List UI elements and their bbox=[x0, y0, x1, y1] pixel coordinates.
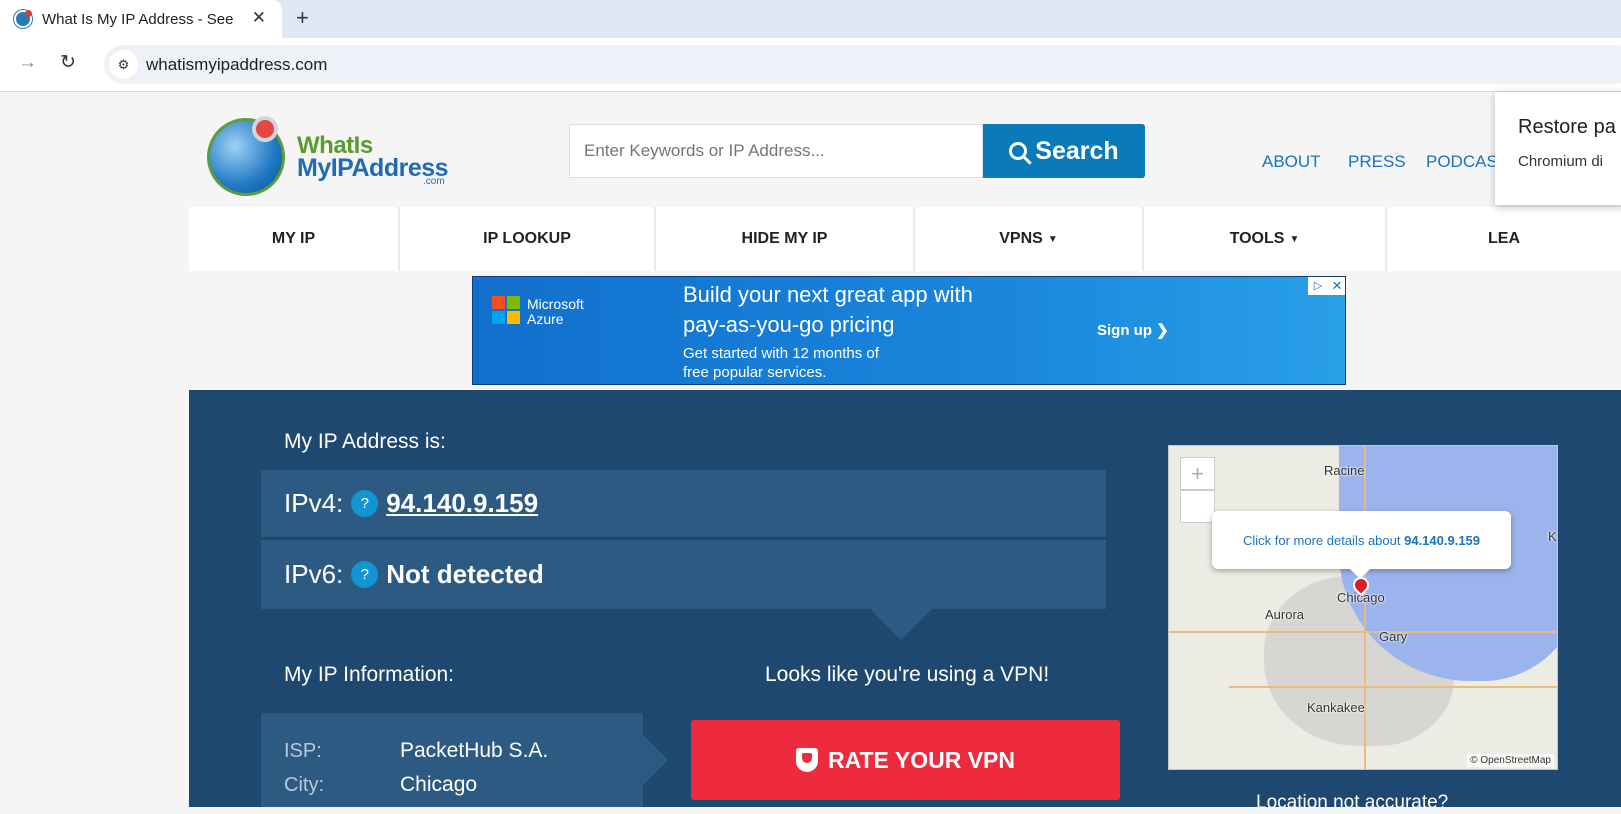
restore-popup-subtitle: Chromium di bbox=[1518, 153, 1604, 170]
ip-info-section: My IP Address is: IPv4: ? 94.140.9.159 I… bbox=[189, 390, 1621, 813]
site-info-icon[interactable]: ⚙ bbox=[109, 50, 138, 79]
map-popup[interactable]: Click for more details about 94.140.9.15… bbox=[1212, 511, 1511, 579]
rate-button-label: RATE YOUR VPN bbox=[827, 746, 1015, 773]
forward-arrow-icon[interactable]: → bbox=[18, 52, 37, 74]
nav-ip-lookup[interactable]: IP LOOKUP bbox=[400, 207, 656, 271]
browser-tab-strip: What Is My IP Address - See ✕ + bbox=[0, 0, 1621, 38]
nav-learn[interactable]: LEA bbox=[1387, 207, 1621, 271]
about-link[interactable]: ABOUT bbox=[1262, 152, 1321, 172]
search-input[interactable] bbox=[569, 124, 983, 178]
shield-icon bbox=[795, 748, 818, 772]
nav-my-ip[interactable]: MY IP bbox=[189, 207, 400, 271]
site-logo[interactable]: WhatIs MyIPAddress .com bbox=[207, 116, 457, 202]
omnibox[interactable]: ⚙ whatismyipaddress.com bbox=[104, 45, 1621, 84]
map-road bbox=[1229, 686, 1557, 688]
logo-text-com: .com bbox=[423, 176, 445, 187]
tab-title: What Is My IP Address - See bbox=[42, 10, 234, 28]
location-not-accurate-link[interactable]: Location not accurate? bbox=[1256, 792, 1448, 814]
main-nav: MY IP IP LOOKUP HIDE MY IP VPNS ▼ TOOLS ▼ … bbox=[189, 207, 1621, 271]
site-favicon-icon bbox=[14, 10, 32, 28]
nav-tools[interactable]: TOOLS ▼ bbox=[1144, 207, 1387, 271]
my-ip-heading: My IP Address is: bbox=[284, 430, 446, 453]
ip-information-heading: My IP Information: bbox=[284, 663, 455, 686]
help-icon[interactable]: ? bbox=[351, 490, 379, 517]
ipv6-value: Not detected bbox=[386, 559, 544, 589]
map-label-gary: Gary bbox=[1379, 629, 1408, 644]
address-bar: → ↻ ⚙ whatismyipaddress.com bbox=[0, 38, 1621, 92]
caret-down-icon: ▼ bbox=[1289, 233, 1300, 245]
map-label-k: K bbox=[1548, 529, 1557, 544]
city-key: City: bbox=[284, 774, 324, 796]
ad-close-icon[interactable]: ✕ bbox=[1328, 277, 1345, 295]
caret-down-icon: ▼ bbox=[1047, 233, 1058, 245]
ad-choices-icon[interactable]: ▷ bbox=[1308, 277, 1328, 295]
ad-headline: Build your next great app with pay-as-you… bbox=[683, 282, 973, 337]
vpn-detected-message: Looks like you're using a VPN! bbox=[765, 663, 1050, 686]
map-popup-text: Click for more details about bbox=[1242, 532, 1401, 548]
browser-tab-active[interactable]: What Is My IP Address - See ✕ bbox=[0, 0, 282, 38]
ipv4-row: IPv4: ? 94.140.9.159 bbox=[261, 470, 1106, 537]
magnifier-pin-icon bbox=[252, 116, 278, 142]
isp-value: PacketHub S.A. bbox=[400, 739, 549, 762]
search-button-label: Search bbox=[1035, 136, 1119, 165]
ad-signup-link[interactable]: Sign up ❯ bbox=[1097, 321, 1169, 339]
zoom-in-button[interactable]: + bbox=[1180, 457, 1215, 490]
ipv6-label: IPv6: bbox=[284, 559, 344, 589]
ip-pointer-arrow bbox=[869, 608, 933, 640]
reload-icon[interactable]: ↻ bbox=[60, 51, 76, 74]
nav-vpns[interactable]: VPNS ▼ bbox=[915, 207, 1144, 271]
map-label-kankakee: Kankakee bbox=[1307, 700, 1365, 715]
restore-popup-title: Restore pa bbox=[1518, 116, 1616, 138]
ipv6-row: IPv6: ? Not detected bbox=[261, 540, 1106, 609]
map-label-aurora: Aurora bbox=[1265, 607, 1305, 622]
rate-your-vpn-button[interactable]: RATE YOUR VPN bbox=[691, 720, 1120, 800]
ad-brand: Microsoft Azure bbox=[527, 296, 584, 327]
ipv4-label: IPv4: bbox=[284, 488, 344, 518]
map-road bbox=[1364, 446, 1366, 769]
isp-key: ISP: bbox=[284, 740, 322, 762]
search-button[interactable]: Search bbox=[983, 124, 1145, 178]
zoom-out-button[interactable]: − bbox=[1180, 490, 1215, 523]
map-attribution[interactable]: © OpenStreetMap bbox=[1467, 754, 1554, 767]
microsoft-logo-icon bbox=[492, 296, 520, 324]
new-tab-button[interactable]: + bbox=[296, 5, 309, 31]
location-map[interactable]: Racine Chicago Aurora Gary Kankakee K + … bbox=[1168, 445, 1558, 770]
url-text[interactable]: whatismyipaddress.com bbox=[146, 55, 327, 75]
restore-pages-popup: Restore pa Chromium di bbox=[1495, 92, 1621, 205]
ipv4-value-link[interactable]: 94.140.9.159 bbox=[386, 488, 538, 519]
ad-banner[interactable]: Microsoft Azure Build your next great app… bbox=[472, 276, 1346, 385]
press-link[interactable]: PRESS bbox=[1348, 152, 1406, 172]
search-icon bbox=[1009, 142, 1028, 160]
ad-subtext: Get started with 12 months of free popula… bbox=[683, 345, 879, 381]
tab-close-icon[interactable]: ✕ bbox=[252, 8, 266, 28]
help-icon[interactable]: ? bbox=[351, 561, 379, 588]
map-popup-ip[interactable]: 94.140.9.159 bbox=[1404, 533, 1480, 548]
map-label-racine: Racine bbox=[1324, 463, 1365, 478]
city-value: Chicago bbox=[400, 773, 478, 796]
nav-hide-my-ip[interactable]: HIDE MY IP bbox=[656, 207, 915, 271]
ip-information-box: ISP: PacketHub S.A. City: Chicago bbox=[261, 713, 668, 807]
